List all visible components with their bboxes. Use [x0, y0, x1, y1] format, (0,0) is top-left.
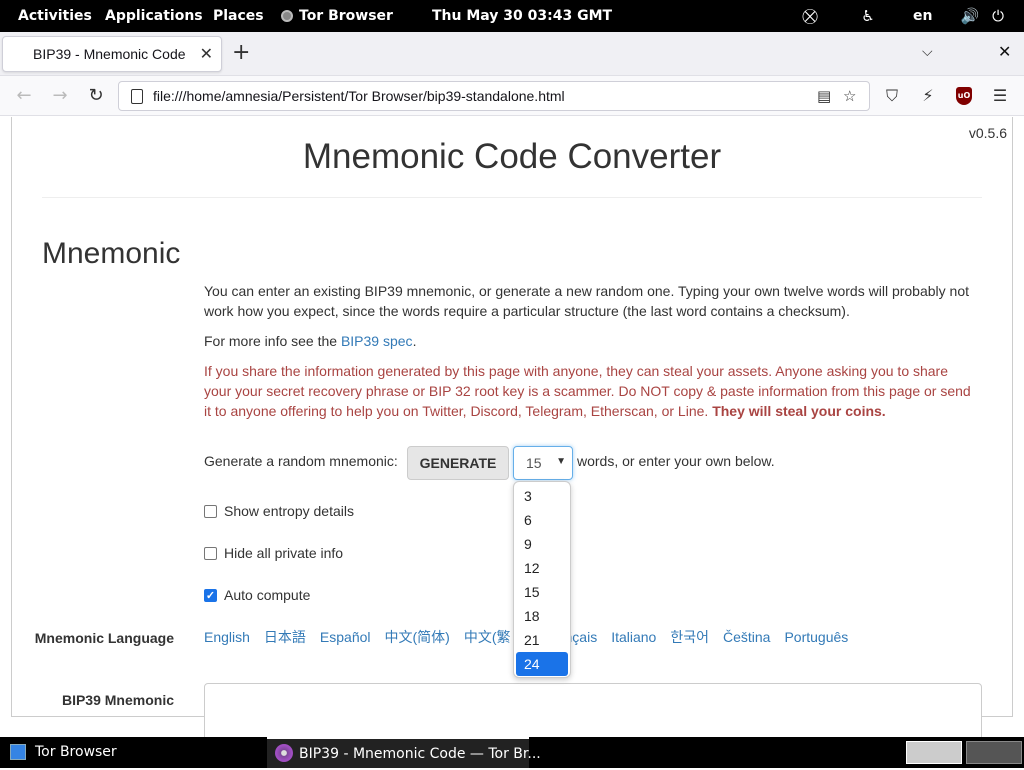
bip39-spec-link[interactable]: BIP39 spec: [341, 333, 413, 349]
tab-title: BIP39 - Mnemonic Code: [33, 46, 186, 62]
url-text[interactable]: file:///home/amnesia/Persistent/Tor Brow…: [153, 88, 565, 104]
word-count-value: 15: [526, 455, 542, 471]
language-link[interactable]: Português: [784, 629, 848, 645]
word-count-option[interactable]: 15: [516, 580, 568, 604]
page-title: Mnemonic Code Converter: [302, 137, 722, 176]
hamburger-menu-icon[interactable]: ☰: [990, 86, 1010, 105]
section-title-mnemonic: Mnemonic: [42, 237, 181, 270]
tab-strip: BIP39 - Mnemonic Code ✕ + ⌵ ✕: [0, 32, 1024, 76]
clock[interactable]: Thu May 30 03:43 GMT: [432, 0, 612, 32]
tor-browser-icon: [275, 744, 293, 762]
taskbar-window-inner: BIP39 - Mnemonic Code — Tor Br...: [275, 739, 541, 770]
bip39-mnemonic-label: BIP39 Mnemonic: [61, 692, 174, 708]
accessibility-icon[interactable]: ♿: [858, 6, 878, 26]
language-link[interactable]: 한국어: [670, 629, 709, 645]
page-icon: [131, 89, 143, 104]
word-count-option[interactable]: 21: [516, 628, 568, 652]
url-bar[interactable]: file:///home/amnesia/Persistent/Tor Brow…: [118, 81, 870, 111]
chevron-down-icon: ▼: [556, 456, 566, 467]
bookmark-star-icon[interactable]: ☆: [843, 87, 856, 105]
language-link[interactable]: Čeština: [723, 629, 770, 645]
frame-left-border: [11, 117, 12, 717]
more-info-text: For more info see the BIP39 spec.: [204, 331, 974, 351]
language-link[interactable]: 中文(繁: [464, 629, 511, 645]
taskbar-window-bip39[interactable]: BIP39 - Mnemonic Code — Tor Br...: [267, 737, 541, 768]
tor-circuit-icon[interactable]: ⚡: [918, 86, 938, 105]
word-count-option-highlighted[interactable]: 24: [516, 652, 568, 676]
warning-bold: They will steal your coins.: [712, 403, 886, 419]
forward-icon[interactable]: →: [48, 84, 72, 108]
workspace-1[interactable]: [906, 741, 962, 764]
applications-menu[interactable]: Applications: [105, 0, 203, 32]
bip39-mnemonic-textarea[interactable]: [204, 683, 982, 737]
app-menu-label: Tor Browser: [299, 8, 393, 24]
chevron-down-icon[interactable]: ⌵: [922, 44, 933, 60]
tab-close-icon[interactable]: ✕: [200, 44, 213, 63]
auto-compute-label[interactable]: Auto compute: [224, 587, 310, 603]
taskbar: Tor Browser BIP39 - Mnemonic Code — Tor …: [0, 737, 1024, 768]
activities-button[interactable]: Activities: [18, 0, 92, 32]
language-link[interactable]: 日本語: [264, 629, 306, 645]
tor-browser-launcher[interactable]: Tor Browser: [35, 737, 117, 768]
mnemonic-language-label: Mnemonic Language: [34, 630, 174, 646]
new-tab-icon[interactable]: +: [232, 42, 250, 64]
warning-text: If you share the information generated b…: [204, 361, 974, 421]
word-count-option[interactable]: 3: [516, 484, 568, 508]
hide-private-label[interactable]: Hide all private info: [224, 545, 343, 561]
ublock-origin-icon[interactable]: uO: [956, 87, 972, 105]
more-info-prefix: For more info see the: [204, 333, 341, 349]
language-link[interactable]: Italiano: [611, 629, 656, 645]
volume-icon[interactable]: 🔊: [960, 6, 980, 26]
show-entropy-checkbox[interactable]: [204, 505, 217, 518]
workspace-2[interactable]: [966, 741, 1022, 764]
shield-icon[interactable]: ⛉: [882, 86, 902, 106]
auto-compute-checkbox[interactable]: ✓: [204, 589, 217, 602]
tor-onion-icon: [281, 10, 293, 22]
reader-view-icon[interactable]: ▤: [817, 87, 831, 105]
power-icon[interactable]: ⏻: [988, 6, 1008, 26]
language-link[interactable]: 中文(简体): [385, 629, 450, 645]
window-close-icon[interactable]: ✕: [998, 42, 1011, 61]
reload-icon[interactable]: ↻: [84, 84, 108, 108]
keyboard-language[interactable]: en: [913, 0, 932, 32]
generate-button[interactable]: GENERATE: [407, 446, 509, 480]
back-icon[interactable]: ←: [12, 84, 36, 108]
tor-status-icon[interactable]: ⛒: [800, 6, 820, 26]
tab-bip39[interactable]: BIP39 - Mnemonic Code ✕: [2, 36, 222, 72]
generate-suffix: words, or enter your own below.: [577, 453, 775, 469]
word-count-dropdown: 3 6 9 12 15 18 21 24: [513, 481, 571, 678]
system-top-bar: Activities Applications Places Tor Brows…: [0, 0, 1024, 32]
word-count-option[interactable]: 9: [516, 532, 568, 556]
divider: [42, 197, 982, 198]
tor-browser-launcher-icon[interactable]: [10, 744, 26, 760]
app-menu[interactable]: Tor Browser: [281, 0, 393, 32]
word-count-option[interactable]: 12: [516, 556, 568, 580]
generate-label: Generate a random mnemonic:: [204, 453, 398, 469]
language-link[interactable]: Español: [320, 629, 371, 645]
word-count-option[interactable]: 6: [516, 508, 568, 532]
frame-right-border: [1012, 117, 1013, 717]
places-menu[interactable]: Places: [213, 0, 264, 32]
language-link[interactable]: English: [204, 629, 250, 645]
intro-text: You can enter an existing BIP39 mnemonic…: [204, 283, 969, 319]
hide-private-checkbox[interactable]: [204, 547, 217, 560]
more-info-suffix: .: [412, 333, 417, 349]
word-count-select[interactable]: 15 ▼: [513, 446, 573, 480]
word-count-option[interactable]: 18: [516, 604, 568, 628]
page-viewport: v0.5.6 Mnemonic Code Converter Mnemonic …: [0, 117, 1024, 737]
show-entropy-label[interactable]: Show entropy details: [224, 503, 354, 519]
navigation-toolbar: ← → ↻ file:///home/amnesia/Persistent/To…: [0, 76, 1024, 116]
taskbar-window-title: BIP39 - Mnemonic Code — Tor Br...: [299, 746, 541, 762]
